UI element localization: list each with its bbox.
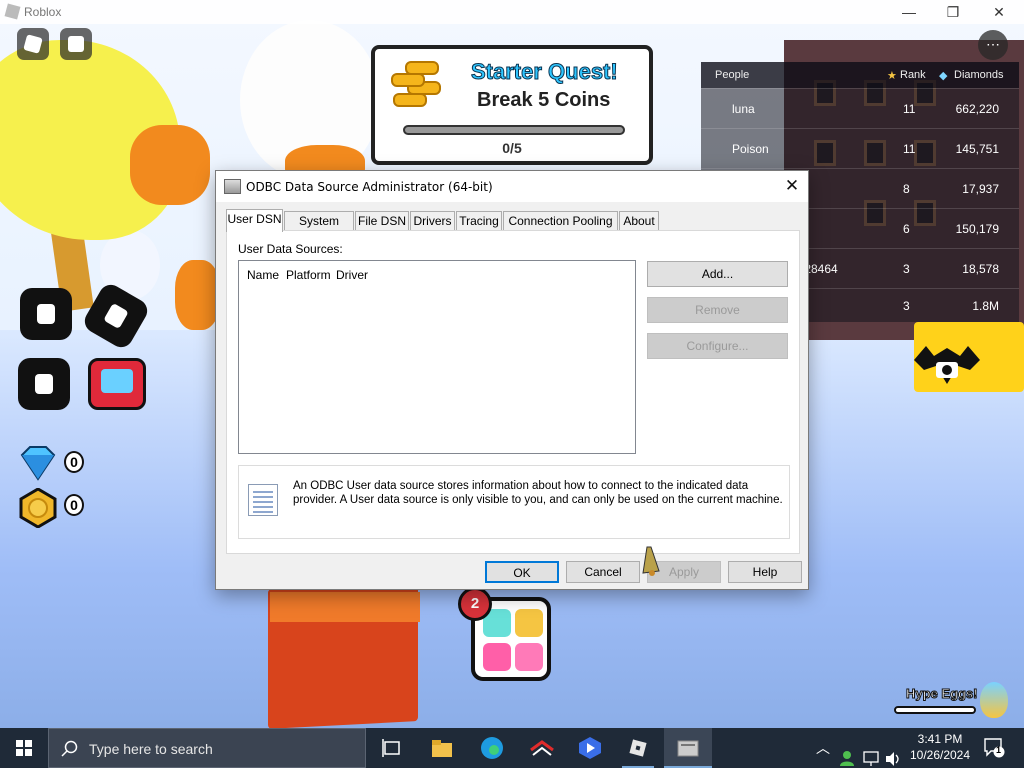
coins-count: 0 <box>64 494 84 516</box>
quest-title: Starter Quest! <box>471 59 619 85</box>
odbc-taskbar-button[interactable] <box>664 728 712 768</box>
lock-icon <box>103 302 129 330</box>
tab-system-dsn[interactable]: System DSN <box>284 211 354 246</box>
network-icon[interactable] <box>862 739 880 768</box>
lock-icon <box>35 374 53 394</box>
diamonds-count: 0 <box>64 451 84 473</box>
hype-eggs-label: Hype Eggs! <box>906 686 979 702</box>
more-options-button[interactable]: ⋯ <box>978 30 1008 60</box>
lock-icon <box>37 304 55 324</box>
clock-date: 10/26/2024 <box>909 748 971 762</box>
clock-time: 3:41 PM <box>917 732 963 746</box>
pet-icon <box>515 609 543 637</box>
column-header-driver[interactable]: Driver <box>336 268 368 282</box>
quest-progress-bar <box>403 125 625 135</box>
dialog-title: ODBC Data Source Administrator (64-bit) <box>246 180 493 194</box>
maximize-button[interactable]: ❐ <box>930 2 976 22</box>
search-placeholder: Type here to search <box>89 741 213 757</box>
help-button[interactable]: Help <box>728 561 802 583</box>
tab-drivers[interactable]: Drivers <box>410 211 455 231</box>
coin-icon <box>19 488 57 528</box>
document-icon <box>248 484 278 516</box>
user-status-icon[interactable] <box>838 738 856 768</box>
tab-connection-pooling[interactable]: Connection Pooling <box>503 211 618 231</box>
roblox-title-bar: Roblox — ❐ ✕ <box>0 0 1024 24</box>
basket-icon <box>101 369 133 393</box>
diamond-icon: ◆ <box>939 70 948 82</box>
red-block-top <box>270 592 420 622</box>
hype-eggs-progress <box>894 706 976 714</box>
roblox-logo-icon <box>23 34 43 54</box>
diamonds-header: Diamonds <box>954 69 1004 81</box>
people-header: People <box>715 69 750 81</box>
pet-icon <box>515 643 543 671</box>
chat-button[interactable] <box>60 28 92 60</box>
tab-about[interactable]: About <box>619 211 659 231</box>
user-dsn-panel: User Data Sources: Name Platform Driver … <box>226 230 800 554</box>
clipchamp-icon[interactable] <box>576 734 604 762</box>
taskbar-clock[interactable]: 3:41 PM 10/26/2024 <box>900 731 980 763</box>
notification-icon <box>984 738 1005 758</box>
windows-taskbar: Type here to search ︿ 3:41 PM 10/26/2024… <box>0 728 1024 768</box>
odbc-app-icon <box>224 179 241 194</box>
notification-center-button[interactable]: 1 <box>983 736 1005 758</box>
egg-icon <box>980 682 1008 718</box>
tab-tracing[interactable]: Tracing <box>456 211 502 231</box>
user-data-sources-list[interactable]: Name Platform Driver <box>238 260 636 454</box>
file-explorer-icon[interactable] <box>428 734 456 762</box>
star-icon: ★ <box>887 70 897 82</box>
chat-icon <box>68 36 84 52</box>
ellipsis-icon: ⋯ <box>986 36 1000 52</box>
shop-basket-button[interactable] <box>88 358 146 410</box>
orange-bush <box>130 125 210 205</box>
odbc-dialog: ODBC Data Source Administrator (64-bit) … <box>215 170 809 590</box>
pet-icon <box>483 643 511 671</box>
bell-cursor-icon <box>642 546 660 576</box>
user-data-sources-label: User Data Sources: <box>238 242 343 256</box>
show-hidden-icons-chevron-icon[interactable]: ︿ <box>816 738 830 768</box>
coin-stack-icon <box>385 57 445 113</box>
quest-subtitle: Break 5 Coins <box>477 89 611 111</box>
tab-user-dsn[interactable]: User DSN <box>226 209 283 232</box>
leaderboard-header: People ★ Rank ◆ Diamonds <box>701 62 1019 88</box>
configure-button[interactable]: Configure... <box>647 333 788 359</box>
taskbar-search-box[interactable]: Type here to search <box>48 728 366 768</box>
leaderboard-row[interactable]: Poison 11 145,751 <box>701 128 1019 168</box>
ok-button[interactable]: OK <box>485 561 559 583</box>
start-button[interactable] <box>0 728 48 768</box>
locked-slot-button[interactable] <box>20 288 72 340</box>
rank-header: Rank <box>900 69 926 81</box>
tab-file-dsn[interactable]: File DSN <box>355 211 409 231</box>
edge-browser-icon[interactable] <box>478 734 506 762</box>
quest-banner: Starter Quest! Break 5 Coins 0/5 <box>371 45 653 165</box>
info-text: An ODBC User data source stores informat… <box>293 480 783 506</box>
dialog-close-button[interactable]: ✕ <box>776 171 808 202</box>
roblox-window-title: Roblox <box>24 5 62 19</box>
info-box: An ODBC User data source stores informat… <box>238 465 790 539</box>
camera-button[interactable] <box>912 340 982 392</box>
column-header-name[interactable]: Name <box>247 268 279 282</box>
task-view-icon[interactable] <box>378 734 406 762</box>
cancel-button[interactable]: Cancel <box>566 561 640 583</box>
roblox-taskbar-icon[interactable] <box>624 734 652 762</box>
add-button[interactable]: Add... <box>647 261 788 287</box>
minimize-button[interactable]: — <box>886 2 932 22</box>
roblox-menu-button[interactable] <box>17 28 49 60</box>
quest-progress-text: 0/5 <box>502 140 522 156</box>
diamond-icon <box>20 446 56 481</box>
column-header-platform[interactable]: Platform <box>286 268 331 282</box>
remove-button[interactable]: Remove <box>647 297 788 323</box>
bank-of-america-icon[interactable] <box>528 734 556 762</box>
search-icon <box>61 740 78 757</box>
locked-slot-button[interactable] <box>18 358 70 410</box>
odbc-app-icon <box>677 740 699 757</box>
close-window-button[interactable]: ✕ <box>976 2 1022 22</box>
leaderboard-row[interactable]: luna 11 662,220 <box>701 88 1019 128</box>
dialog-title-bar[interactable]: ODBC Data Source Administrator (64-bit) … <box>216 171 808 202</box>
notification-count: 1 <box>996 745 1002 755</box>
roblox-logo-icon <box>4 3 21 20</box>
pets-notification-badge: 2 <box>458 587 492 621</box>
orange-bush <box>175 260 220 330</box>
windows-logo-icon <box>16 740 32 756</box>
